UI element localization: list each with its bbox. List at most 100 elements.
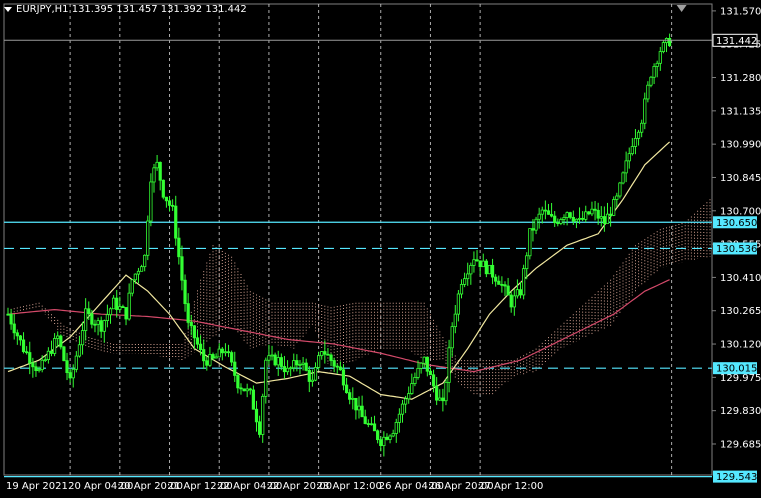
candle-body xyxy=(77,344,82,357)
candle-body xyxy=(177,237,181,258)
candle-body xyxy=(553,215,557,224)
candle-body xyxy=(658,51,662,64)
candle-body xyxy=(484,260,488,275)
candle-body xyxy=(276,357,280,366)
candle-body xyxy=(621,172,625,184)
candle-body xyxy=(577,217,582,220)
candle-body xyxy=(385,436,389,440)
candle-body xyxy=(34,366,38,371)
candle-body xyxy=(562,217,566,220)
candle-body xyxy=(189,321,193,327)
candle-body xyxy=(164,196,169,202)
candle-body xyxy=(587,211,591,215)
candle-body xyxy=(115,297,119,310)
candle-body xyxy=(245,388,249,392)
chart-shift-icon xyxy=(676,5,687,12)
candle-body xyxy=(149,181,153,222)
candle-body xyxy=(450,326,454,349)
candle-body xyxy=(643,98,647,124)
dropdown-triangle-icon[interactable] xyxy=(4,6,12,12)
candle-body xyxy=(112,297,116,310)
candle-body xyxy=(366,423,370,425)
candle-body xyxy=(357,405,361,411)
candle-body xyxy=(360,405,364,418)
y-tick-label: 130.990 xyxy=(720,140,761,151)
candle-body xyxy=(310,379,315,382)
candle-body xyxy=(31,362,35,368)
high-value: 131.457 xyxy=(116,4,158,15)
y-tick-label: 131.280 xyxy=(720,73,761,84)
candle-body xyxy=(127,292,131,320)
candle-body xyxy=(344,384,349,394)
candle-body xyxy=(503,284,507,287)
candle-body xyxy=(559,219,563,224)
candle-body xyxy=(80,330,85,346)
candle-body xyxy=(155,161,159,169)
candle-body xyxy=(540,209,544,215)
x-tick-label: 27 Apr 12:00 xyxy=(478,481,543,492)
candle-body xyxy=(264,359,268,397)
candle-body xyxy=(351,397,355,400)
y-tick-label: 131.570 xyxy=(720,6,761,17)
candle-body xyxy=(186,303,190,323)
candle-body xyxy=(624,160,628,174)
candle-body xyxy=(93,323,97,326)
candle-body xyxy=(208,354,212,366)
symbol-label: EURJPY,H1 xyxy=(16,4,69,15)
candle-body xyxy=(118,306,122,310)
candle-body xyxy=(46,350,50,360)
candle-body xyxy=(428,370,433,376)
candle-body xyxy=(382,436,386,447)
candle-body xyxy=(167,200,172,206)
candle-body xyxy=(295,360,299,366)
candle-body xyxy=(590,208,594,215)
candle-body xyxy=(354,397,358,411)
low-value: 131.392 xyxy=(160,4,203,15)
candle-body xyxy=(236,375,240,389)
candle-body xyxy=(534,218,538,231)
candle-body xyxy=(599,216,603,219)
candle-body xyxy=(556,222,560,225)
candle-body xyxy=(531,228,535,231)
candle-body xyxy=(425,356,429,372)
price-chart[interactable]: 19 Apr 2021 20 Apr 04:0020 Apr 20:0021 Ap… xyxy=(0,0,761,498)
candle-body xyxy=(466,273,470,280)
candle-body xyxy=(652,66,656,78)
candle-body xyxy=(329,354,333,361)
candle-body xyxy=(581,217,585,220)
candle-body xyxy=(472,259,476,266)
x-tick-label: 23 Apr 12:00 xyxy=(317,481,382,492)
candle-body xyxy=(99,320,103,332)
candle-body xyxy=(655,62,659,67)
candle-body xyxy=(407,393,411,400)
candle-body xyxy=(198,343,203,350)
candle-body xyxy=(84,308,88,331)
level-label: 130.650 xyxy=(716,218,757,229)
candle-body xyxy=(459,283,464,295)
candle-body xyxy=(410,383,414,394)
candle-body xyxy=(52,338,57,354)
candle-body xyxy=(307,369,311,382)
plot-frame xyxy=(3,3,713,476)
candle-body xyxy=(171,204,175,207)
candle-body xyxy=(158,161,162,181)
ma-fast-line xyxy=(7,141,671,400)
candle-body xyxy=(6,313,10,316)
candle-body xyxy=(348,392,352,400)
candle-body xyxy=(9,313,13,325)
candle-body xyxy=(270,354,274,357)
candle-body xyxy=(261,395,265,435)
candle-body xyxy=(248,388,252,391)
candle-body xyxy=(49,350,54,354)
candle-body xyxy=(525,255,529,270)
candle-body xyxy=(152,167,156,183)
candle-body xyxy=(376,430,380,441)
candle-body xyxy=(574,218,579,222)
candle-body xyxy=(326,353,330,356)
close-value: 131.442 xyxy=(205,4,247,15)
candle-body xyxy=(323,351,327,355)
y-tick-label: 129.685 xyxy=(720,439,761,450)
candle-body xyxy=(338,366,342,371)
candle-body xyxy=(71,368,75,379)
candle-body xyxy=(217,348,221,358)
